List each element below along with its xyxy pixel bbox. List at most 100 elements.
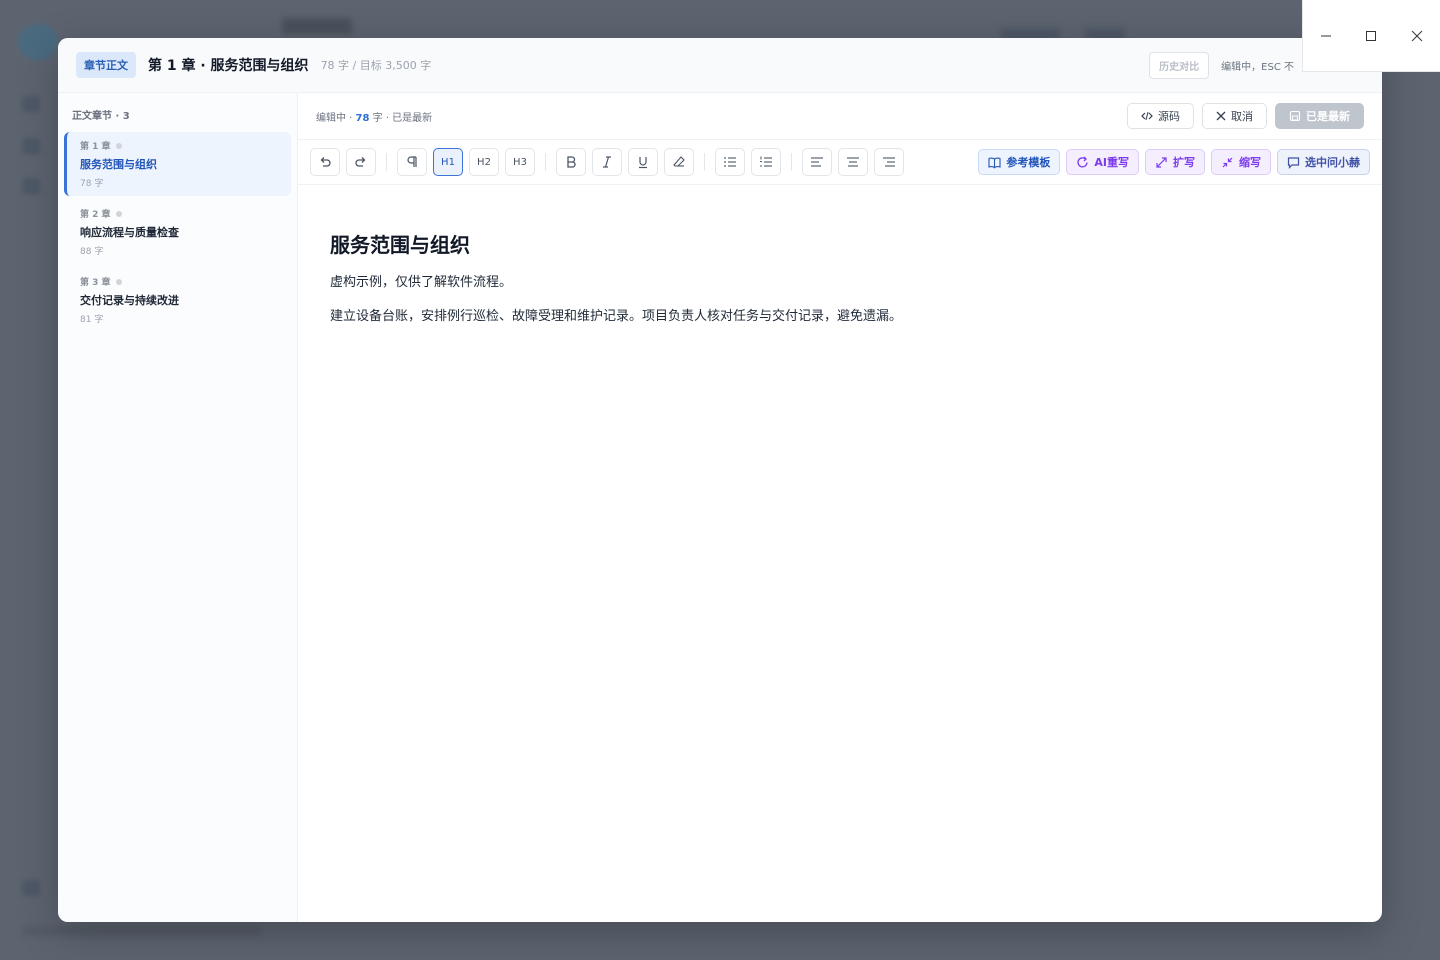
source-button[interactable]: 源码: [1127, 103, 1194, 129]
shrink-button[interactable]: 缩写: [1211, 149, 1271, 175]
align-left-icon: [811, 157, 823, 167]
chapter-item-2[interactable]: 第 2 章 响应流程与质量检查 88 字: [64, 200, 291, 264]
code-icon: [1141, 111, 1153, 121]
chapter-words: 78 字: [80, 179, 104, 189]
numbered-list-icon: [760, 156, 772, 167]
redo-icon: [355, 157, 366, 167]
align-left-button[interactable]: [802, 148, 832, 176]
background-title: [282, 18, 352, 34]
background-logo: [18, 24, 58, 60]
underline-icon: [639, 157, 647, 169]
bold-icon: [567, 156, 576, 168]
window-controls: [1302, 0, 1440, 72]
numbered-list-button[interactable]: [751, 148, 781, 176]
expand-button[interactable]: 扩写: [1145, 149, 1205, 175]
undo-button[interactable]: [310, 148, 340, 176]
reference-template-label: 参考模板: [1006, 156, 1051, 169]
chapter-number: 第 2 章: [80, 210, 111, 220]
align-center-button[interactable]: [838, 148, 868, 176]
redo-button[interactable]: [346, 148, 376, 176]
shrink-icon: [1222, 157, 1233, 167]
history-compare-button[interactable]: 历史对比: [1149, 51, 1210, 79]
section-badge: 章节正文: [76, 52, 136, 78]
close-icon: [1411, 30, 1423, 42]
bullet-list-button[interactable]: [715, 148, 745, 176]
clear-format-button[interactable]: [664, 148, 694, 176]
save-label: 已是最新: [1306, 110, 1350, 123]
background-nav-icon: [22, 96, 40, 112]
chapter-sidebar: 正文章节 · 3 第 1 章 服务范围与组织 78 字 第 2 章 响应流程与质…: [58, 93, 298, 922]
reference-template-button[interactable]: 参考模板: [978, 149, 1061, 175]
status-dot-icon: [115, 210, 122, 217]
align-center-icon: [847, 157, 859, 167]
bold-button[interactable]: [556, 148, 586, 176]
maximize-icon: [1366, 31, 1377, 41]
save-button[interactable]: 已是最新: [1275, 103, 1364, 129]
book-icon: [988, 157, 1001, 168]
status-dot-icon: [115, 142, 122, 149]
close-icon: [1216, 111, 1226, 121]
align-right-button[interactable]: [874, 148, 904, 176]
h3-label: H3: [513, 156, 527, 168]
expand-label: 扩写: [1173, 156, 1195, 169]
chapter-item-1[interactable]: 第 1 章 服务范围与组织 78 字: [64, 132, 291, 196]
italic-button[interactable]: [592, 148, 622, 176]
toolbar-separator: [545, 153, 546, 171]
chapter-number: 第 1 章: [80, 142, 111, 152]
cancel-button[interactable]: 取消: [1202, 103, 1267, 129]
background-nav-icon: [22, 138, 40, 154]
formatting-toolbar: H1 H2 H3 参考模板 AI重写 扩写 缩写 选中问小赫: [298, 140, 1382, 185]
toolbar-separator: [704, 153, 705, 171]
h1-label: H1: [441, 156, 455, 168]
sidebar-heading: 正文章节 · 3: [72, 111, 130, 122]
chapter-item-3[interactable]: 第 3 章 交付记录与持续改进 81 字: [64, 268, 291, 332]
word-count: 78 字 / 目标 3,500 字: [320, 59, 432, 72]
paragraph-icon: [407, 156, 417, 167]
chapter-words: 81 字: [80, 315, 104, 325]
paragraph-button[interactable]: [397, 148, 427, 176]
close-window-button[interactable]: [1407, 26, 1427, 46]
chapter-number: 第 3 章: [80, 278, 111, 288]
ask-assistant-button[interactable]: 选中问小赫: [1277, 149, 1370, 175]
eraser-icon: [673, 156, 685, 167]
heading-3-button[interactable]: H3: [505, 148, 535, 176]
toolbar-separator: [791, 153, 792, 171]
bullet-list-icon: [724, 157, 736, 167]
background-nav-icon: [22, 880, 40, 896]
heading-2-button[interactable]: H2: [469, 148, 499, 176]
chapter-name: 响应流程与质量检查: [80, 226, 179, 239]
ai-rewrite-button[interactable]: AI重写: [1066, 149, 1139, 175]
underline-button[interactable]: [628, 148, 658, 176]
esc-hint: 编辑中，ESC 不: [1221, 61, 1294, 73]
document-paragraph[interactable]: 建立设备台账，安排例行巡检、故障受理和维护记录。项目负责人核对任务与交付记录，避…: [330, 308, 1350, 326]
h2-label: H2: [477, 156, 491, 168]
status-count: 78: [355, 112, 370, 124]
heading-1-button[interactable]: H1: [433, 148, 463, 176]
background-nav-icon: [22, 178, 40, 194]
status-text: 编辑中 · 78 字 · 已是最新: [316, 109, 432, 124]
background-footer: [22, 926, 262, 936]
status-suffix: 字 · 已是最新: [369, 112, 433, 124]
minimize-button[interactable]: [1316, 26, 1336, 46]
shrink-label: 缩写: [1239, 156, 1261, 169]
save-icon: [1289, 110, 1301, 122]
modal-title: 第 1 章 · 服务范围与组织: [148, 58, 309, 74]
refresh-icon: [1077, 156, 1089, 167]
modal-header: 章节正文 第 1 章 · 服务范围与组织 78 字 / 目标 3,500 字 历…: [58, 38, 1382, 93]
document-paragraph[interactable]: 虚构示例，仅供了解软件流程。: [330, 274, 1350, 292]
document-heading[interactable]: 服务范围与组织: [330, 229, 1350, 258]
chapter-editor-modal: 章节正文 第 1 章 · 服务范围与组织 78 字 / 目标 3,500 字 历…: [58, 38, 1382, 922]
editor-main: 编辑中 · 78 字 · 已是最新 源码 取消 已是最新 H1 H2 H3 参考…: [298, 93, 1382, 922]
expand-icon: [1156, 156, 1167, 168]
source-label: 源码: [1158, 110, 1180, 123]
ask-assistant-label: 选中问小赫: [1305, 156, 1360, 169]
chapter-words: 88 字: [80, 247, 104, 257]
undo-icon: [320, 157, 331, 167]
status-bar: 编辑中 · 78 字 · 已是最新 源码 取消 已是最新: [298, 93, 1382, 140]
chapter-name: 服务范围与组织: [80, 158, 157, 171]
maximize-button[interactable]: [1361, 26, 1381, 46]
minimize-icon: [1320, 35, 1331, 37]
chat-bubble-icon: [1287, 156, 1300, 169]
ai-rewrite-label: AI重写: [1094, 156, 1129, 169]
rich-text-editor[interactable]: 服务范围与组织 虚构示例，仅供了解软件流程。 建立设备台账，安排例行巡检、故障受…: [298, 185, 1382, 922]
